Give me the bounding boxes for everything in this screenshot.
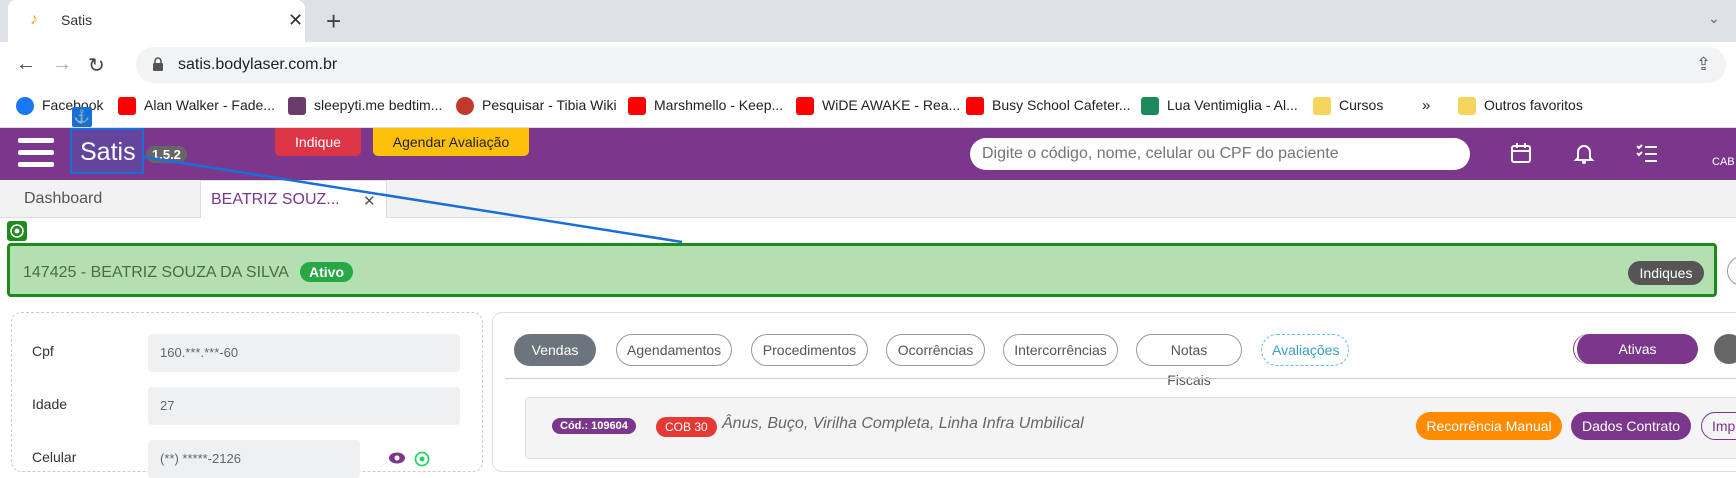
sale-card: Cód.: 109604 COB 30 Ânus, Buço, Virilha …: [525, 397, 1736, 459]
folder-icon: [1458, 97, 1476, 116]
filter-intercorrencias[interactable]: Intercorrências: [1003, 334, 1118, 366]
filter-vendas[interactable]: Vendas: [514, 334, 596, 366]
more-bookmarks-button[interactable]: »: [1422, 97, 1430, 114]
bookmark-wide-awake[interactable]: WiDE AWAKE - Rea...: [796, 97, 960, 116]
youtube-icon: [796, 97, 814, 116]
app-brand[interactable]: Satis: [80, 138, 136, 167]
version-badge: 1.5.2: [146, 146, 187, 163]
cpf-field: 160.***.***-60: [148, 334, 460, 372]
celular-field: (**) *****-2126: [148, 440, 360, 478]
youtube-icon: [118, 97, 136, 116]
back-arrow-icon[interactable]: ←: [16, 53, 36, 76]
tab-search-chevron-icon[interactable]: ⌄: [1708, 10, 1720, 27]
omnibox[interactable]: satis.bodylaser.com.br ⇪: [136, 47, 1726, 83]
app-header: Satis 1.5.2 Indique Agendar Avaliação CA…: [0, 128, 1736, 180]
sale-code-badge: Cód.: 109604: [552, 418, 636, 434]
cob-badge: COB 30: [656, 417, 717, 437]
facebook-icon: [16, 97, 34, 116]
bookmarks-bar: Facebook Alan Walker - Fade... sleepyti.…: [0, 88, 1736, 128]
patient-name: 147425 - BEATRIZ SOUZA DA SILVA: [23, 264, 289, 281]
url-text: satis.bodylaser.com.br: [178, 56, 338, 73]
forward-arrow-icon[interactable]: →: [52, 53, 72, 76]
anchor-icon: ⚓: [72, 107, 92, 127]
target-icon: [7, 221, 27, 241]
checklist-icon[interactable]: [1634, 140, 1660, 166]
tab-patient[interactable]: BEATRIZ SOUZ...: [200, 180, 387, 218]
tab-dashboard[interactable]: Dashboard: [24, 180, 102, 218]
bookmark-marshmello[interactable]: Marshmello - Keep...: [628, 97, 783, 116]
new-tab-icon[interactable]: +: [326, 6, 341, 37]
satis-favicon-icon: ♪: [30, 11, 38, 28]
bell-icon[interactable]: [1571, 140, 1597, 166]
address-toolbar: ← → ↻ satis.bodylaser.com.br ⇪: [0, 42, 1736, 88]
close-tab-icon[interactable]: ✕: [288, 10, 303, 31]
bookmark-busy-school[interactable]: Busy School Cafeter...: [966, 97, 1131, 116]
share-icon[interactable]: ⇪: [1696, 54, 1711, 75]
side-action-button[interactable]: [1727, 256, 1736, 286]
folder-icon: [1313, 97, 1331, 116]
idade-field: 27: [148, 387, 460, 425]
tab-title: Satis: [61, 12, 93, 28]
youtube-icon: [966, 97, 984, 116]
cpf-label: Cpf: [32, 343, 54, 359]
bookmark-outros-favoritos[interactable]: Outros favoritos: [1458, 97, 1583, 116]
calendar-icon[interactable]: [1508, 140, 1534, 166]
patient-search-input[interactable]: [970, 138, 1470, 170]
visibility-toggle-icon[interactable]: [1714, 334, 1736, 364]
hamburger-menu-icon[interactable]: [18, 138, 54, 172]
bookmark-sleepytime[interactable]: sleepyti.me bedtim...: [288, 97, 442, 116]
sleepytime-icon: [288, 97, 306, 116]
idade-label: Idade: [32, 396, 68, 412]
bookmark-cursos[interactable]: Cursos: [1313, 97, 1383, 116]
divider: [505, 378, 1736, 379]
bookmark-alan-walker[interactable]: Alan Walker - Fade...: [118, 97, 275, 116]
patient-info-card: Cpf 160.***.***-60 Idade 27 Celular (**)…: [11, 312, 483, 478]
filter-notas-fiscais[interactable]: Notas Fiscais: [1136, 334, 1242, 388]
filter-agendamentos[interactable]: Agendamentos: [616, 334, 732, 366]
recorrencia-manual-button[interactable]: Recorrência Manual: [1416, 412, 1562, 440]
browser-tab-satis[interactable]: ♪ Satis ✕: [8, 0, 305, 42]
tab-patient-label: BEATRIZ SOUZ...: [211, 191, 340, 208]
browser-tabstrip: ♪ Satis ✕ + ⌄: [0, 0, 1736, 42]
bookmark-tibia-wiki[interactable]: Pesquisar - Tibia Wiki: [456, 97, 617, 116]
youtube-icon: [628, 97, 646, 116]
sale-areas: Ânus, Buço, Virilha Completa, Linha Infr…: [722, 415, 1084, 432]
indiques-button[interactable]: Indiques: [1628, 261, 1704, 285]
patient-header: 147425 - BEATRIZ SOUZA DA SILVA Ativo In…: [7, 243, 1717, 297]
bookmark-lua-ventimiglia[interactable]: Lua Ventimiglia - Al...: [1141, 97, 1298, 116]
close-patient-tab-icon[interactable]: ✕: [363, 192, 376, 210]
agendar-avaliacao-button[interactable]: Agendar Avaliação: [373, 128, 529, 156]
filter-ocorrencias[interactable]: Ocorrências: [886, 334, 985, 366]
user-initials[interactable]: CAB: [1712, 156, 1735, 168]
ativas-toggle[interactable]: Ativas: [1574, 334, 1698, 364]
page-tabs: Dashboard BEATRIZ SOUZ... ✕: [0, 180, 1736, 218]
whatsapp-icon[interactable]: [414, 451, 430, 467]
imprimir-button[interactable]: Impr: [1701, 412, 1736, 440]
reload-icon[interactable]: ↻: [88, 53, 105, 78]
dados-contrato-button[interactable]: Dados Contrato: [1571, 412, 1691, 440]
indique-button[interactable]: Indique: [275, 128, 361, 156]
tibia-icon: [456, 97, 474, 116]
sales-panel: Vendas Agendamentos Procedimentos Ocorrê…: [492, 312, 1736, 472]
filter-avaliacoes[interactable]: Avaliações: [1261, 334, 1349, 366]
status-badge: Ativo: [300, 262, 353, 282]
lock-icon: [153, 57, 163, 71]
filter-procedimentos[interactable]: Procedimentos: [751, 334, 868, 366]
music-icon: [1141, 97, 1159, 116]
